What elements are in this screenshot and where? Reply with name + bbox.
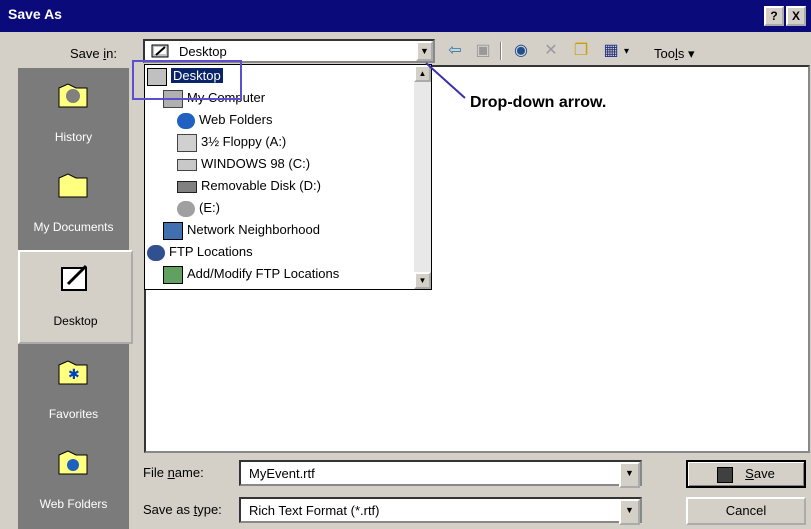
delete-icon[interactable]: ✕ bbox=[540, 41, 562, 61]
dropdown-item-floppy[interactable]: 3½ Floppy (A:) bbox=[177, 132, 286, 152]
place-desktop[interactable]: Desktop bbox=[18, 250, 133, 344]
ftp-icon bbox=[147, 244, 165, 261]
desktop-place-icon bbox=[61, 264, 88, 291]
window-title: Save As bbox=[8, 6, 62, 22]
place-my-documents[interactable]: My Documents bbox=[18, 158, 129, 248]
dropdown-item-web-folders[interactable]: Web Folders bbox=[177, 110, 272, 130]
toolbar-separator bbox=[500, 42, 502, 60]
floppy-icon bbox=[177, 133, 197, 152]
dropdown-item-add-ftp[interactable]: Add/Modify FTP Locations bbox=[163, 264, 339, 284]
web-folders-icon bbox=[177, 112, 195, 129]
save-as-type-label: Save as type: bbox=[143, 502, 222, 517]
save-button[interactable]: Save bbox=[686, 460, 806, 488]
back-icon[interactable]: ⇦ bbox=[444, 41, 466, 61]
places-bar: History My Documents Desktop ✱ Favorites… bbox=[18, 68, 133, 529]
history-icon bbox=[58, 83, 88, 108]
my-documents-icon bbox=[58, 173, 88, 198]
removable-disk-icon bbox=[177, 180, 197, 193]
save-in-dropdown-arrow[interactable]: ▼ bbox=[416, 41, 433, 61]
save-in-label: Save in: bbox=[70, 46, 117, 61]
dropdown-item-ftp-locations[interactable]: FTP Locations bbox=[147, 242, 253, 262]
save-as-type-value: Rich Text Format (*.rtf) bbox=[249, 503, 380, 518]
save-as-type-select[interactable]: Rich Text Format (*.rtf) ▼ bbox=[239, 497, 642, 525]
help-button[interactable]: ? bbox=[764, 6, 784, 26]
views-dropdown-icon[interactable]: ▾ bbox=[624, 46, 629, 57]
title-bar bbox=[0, 0, 811, 32]
ftp-add-icon bbox=[163, 265, 183, 284]
annotation-pointer-line bbox=[425, 62, 466, 99]
dropdown-item-e-drive[interactable]: (E:) bbox=[177, 198, 220, 218]
place-history[interactable]: History bbox=[18, 68, 129, 158]
search-web-icon[interactable]: ◉ bbox=[510, 41, 532, 61]
new-folder-icon[interactable]: ❐ bbox=[570, 41, 592, 61]
hard-drive-icon bbox=[177, 158, 197, 171]
dropdown-item-windows98[interactable]: WINDOWS 98 (C:) bbox=[177, 154, 310, 174]
up-folder-icon[interactable]: ▣ bbox=[472, 41, 494, 61]
annotation-highlight-box bbox=[132, 60, 242, 100]
file-name-label: File name: bbox=[143, 465, 204, 480]
close-button[interactable]: X bbox=[786, 6, 806, 26]
file-name-dropdown-arrow[interactable]: ▼ bbox=[619, 462, 640, 488]
file-name-input[interactable]: MyEvent.rtf ▼ bbox=[239, 460, 642, 488]
scroll-down-icon[interactable]: ▼ bbox=[414, 272, 431, 289]
cancel-button[interactable]: Cancel bbox=[686, 497, 806, 525]
cd-drive-icon bbox=[177, 200, 195, 217]
annotation-callout: Drop-down arrow. bbox=[470, 94, 607, 111]
file-name-value: MyEvent.rtf bbox=[249, 466, 315, 481]
save-in-value: Desktop bbox=[179, 44, 227, 59]
network-icon bbox=[163, 221, 183, 240]
web-folders-place-icon bbox=[58, 450, 88, 475]
tools-menu[interactable]: Tools ▾ bbox=[654, 46, 695, 62]
floppy-save-icon bbox=[717, 466, 734, 483]
svg-text:✱: ✱ bbox=[68, 366, 80, 382]
desktop-icon bbox=[151, 44, 169, 58]
place-favorites[interactable]: ✱ Favorites bbox=[18, 345, 129, 435]
favorites-icon: ✱ bbox=[58, 360, 88, 385]
save-as-type-dropdown-arrow[interactable]: ▼ bbox=[619, 499, 640, 525]
dropdown-item-removable-disk[interactable]: Removable Disk (D:) bbox=[177, 176, 321, 196]
place-web-folders[interactable]: Web Folders bbox=[18, 435, 129, 525]
views-icon[interactable]: ▦ bbox=[600, 41, 622, 61]
dropdown-item-network[interactable]: Network Neighborhood bbox=[163, 220, 320, 240]
